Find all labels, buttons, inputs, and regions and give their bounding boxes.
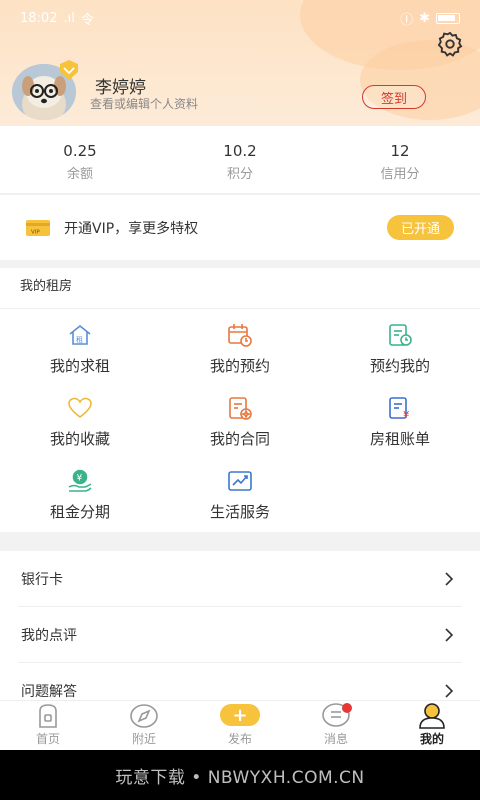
profile-header: 18:02 .ıl 令 Ⓘ ✱ 李婷婷 查看或编辑个人资料 签到 xyxy=(0,0,480,126)
tab-me[interactable]: 我的 xyxy=(384,701,480,750)
system-navigation-bar: 玩意下载 • NBWYXH.COM.CN xyxy=(0,750,480,800)
calendar-icon xyxy=(228,324,252,347)
svg-text:¥: ¥ xyxy=(403,410,409,421)
settings-gear-icon[interactable] xyxy=(436,30,464,58)
list-item-bank-card[interactable]: 银行卡 xyxy=(18,551,462,607)
stat-label: 余额 xyxy=(66,167,93,182)
rental-item-label: 我的求租 xyxy=(49,357,110,375)
menu-list: 银行卡 我的点评 问题解答 xyxy=(0,551,480,706)
person-icon xyxy=(419,703,445,729)
tab-label: 附近 xyxy=(131,732,156,746)
rental-item-installment[interactable]: ¥ 租金分期 xyxy=(0,461,160,534)
vip-crown-badge-icon xyxy=(60,60,78,80)
tab-label: 我的 xyxy=(419,732,444,746)
rental-section: 我的租房 租 我的求租 我的预约 预约我的 我的收藏 我的合同 ¥ 房租账单 ¥… xyxy=(0,268,480,532)
compass-icon xyxy=(130,704,158,728)
rental-item-contract[interactable]: 我的合同 xyxy=(160,388,320,461)
vip-card-icon: VIP xyxy=(26,219,50,236)
rental-item-label: 我的收藏 xyxy=(49,430,110,448)
stat-value: 0.25 xyxy=(63,142,97,160)
tab-label: 发布 xyxy=(227,732,252,746)
list-item-label: 银行卡 xyxy=(21,571,63,588)
tab-home[interactable]: 首页 xyxy=(0,701,96,750)
stat-value: 12 xyxy=(390,142,410,160)
list-item-reviews[interactable]: 我的点评 xyxy=(18,607,462,663)
rental-item-seek[interactable]: 租 我的求租 xyxy=(0,315,160,388)
home-icon xyxy=(39,704,57,728)
chart-icon xyxy=(228,471,252,491)
chevron-right-icon xyxy=(445,627,454,642)
stat-points[interactable]: 10.2 积分 xyxy=(160,126,320,193)
tab-messages[interactable]: 消息 xyxy=(288,701,384,750)
stat-label: 积分 xyxy=(226,167,253,182)
edit-profile-link[interactable]: 查看或编辑个人资料 xyxy=(90,95,198,112)
bluetooth-icon: ✱ xyxy=(419,10,430,26)
stat-label: 信用分 xyxy=(380,167,420,182)
list-item-label: 我的点评 xyxy=(21,627,77,644)
watermark-text: 玩意下载 • NBWYXH.COM.CN xyxy=(115,767,365,788)
svg-text:¥: ¥ xyxy=(77,474,83,484)
unread-dot xyxy=(342,703,352,713)
bottom-tab-bar: 首页 附近 + 发布 消息 我的 xyxy=(0,700,480,750)
rental-item-booked-me[interactable]: 预约我的 xyxy=(320,315,480,388)
signin-button[interactable]: 签到 xyxy=(362,85,426,109)
chevron-right-icon xyxy=(445,683,454,698)
contract-icon xyxy=(229,397,252,420)
svg-text:租: 租 xyxy=(76,336,83,344)
rental-item-label: 租金分期 xyxy=(49,503,110,521)
document-clock-icon xyxy=(389,324,412,346)
rental-item-label: 房租账单 xyxy=(369,430,430,448)
tab-nearby[interactable]: 附近 xyxy=(96,701,192,750)
bill-icon: ¥ xyxy=(389,397,409,421)
plus-icon: + xyxy=(220,704,260,726)
tab-publish[interactable]: + 发布 xyxy=(192,701,288,750)
rental-item-favorites[interactable]: 我的收藏 xyxy=(0,388,160,461)
rental-item-appointment[interactable]: 我的预约 xyxy=(160,315,320,388)
signal-icon: .ıl xyxy=(63,10,75,26)
stat-balance[interactable]: 0.25 余额 xyxy=(0,126,160,193)
vip-card-text: VIP xyxy=(31,229,40,235)
status-time: 18:02 xyxy=(20,10,58,26)
rental-item-label: 预约我的 xyxy=(369,357,430,375)
notification-icon: Ⓘ xyxy=(400,12,414,28)
vip-banner[interactable]: VIP 开通VIP，享更多特权 已开通 xyxy=(0,195,480,260)
vip-status-button[interactable]: 已开通 xyxy=(387,215,454,240)
rental-item-label: 生活服务 xyxy=(209,503,270,521)
rental-grid: 租 我的求租 我的预约 预约我的 我的收藏 我的合同 ¥ 房租账单 ¥ 租金分期… xyxy=(0,309,480,534)
coin-hand-icon: ¥ xyxy=(68,469,92,492)
tab-label: 首页 xyxy=(35,732,60,746)
battery-icon xyxy=(436,12,460,24)
rental-item-label: 我的预约 xyxy=(209,357,270,375)
rental-item-label: 我的合同 xyxy=(209,430,270,448)
section-title: 我的租房 xyxy=(0,268,480,309)
stat-value: 10.2 xyxy=(223,142,257,160)
list-item-label: 问题解答 xyxy=(21,683,77,700)
status-bar: 18:02 .ıl 令 Ⓘ ✱ xyxy=(0,0,480,36)
chevron-right-icon xyxy=(445,571,454,586)
rental-item-bill[interactable]: ¥ 房租账单 xyxy=(320,388,480,461)
house-icon: 租 xyxy=(69,324,91,345)
account-stats: 0.25 余额 10.2 积分 12 信用分 xyxy=(0,126,480,194)
rental-item-life-service[interactable]: 生活服务 xyxy=(160,461,320,534)
heart-icon xyxy=(68,397,92,419)
vip-promo-text: 开通VIP，享更多特权 xyxy=(64,220,199,237)
wifi-icon: 令 xyxy=(80,12,94,28)
tab-label: 消息 xyxy=(323,732,348,746)
stat-credit[interactable]: 12 信用分 xyxy=(320,126,480,193)
